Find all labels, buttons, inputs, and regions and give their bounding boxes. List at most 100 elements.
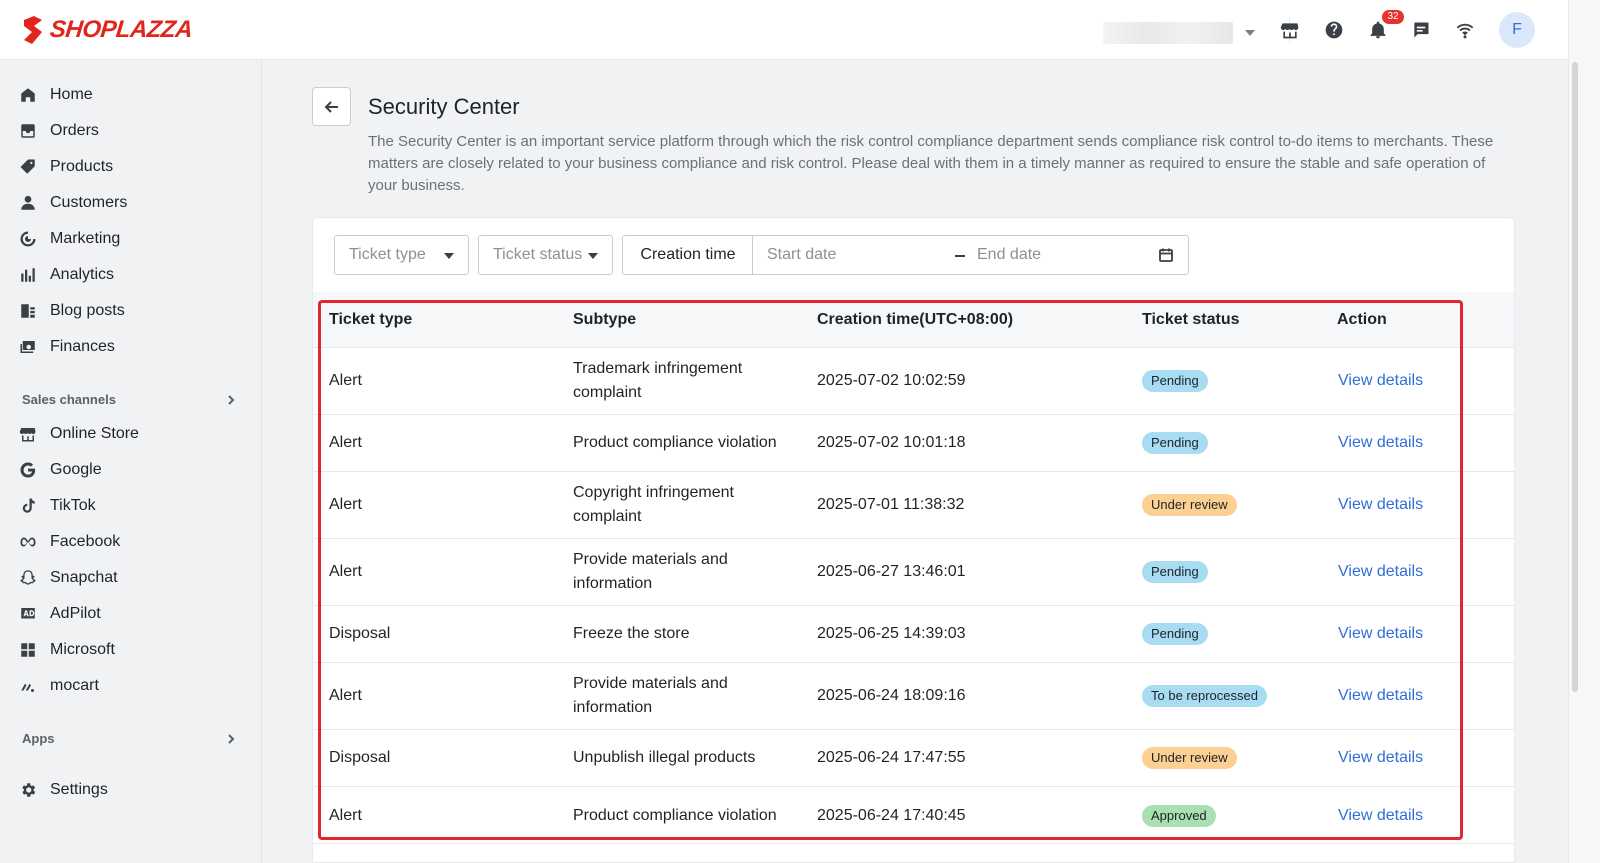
sidebar-item-orders[interactable]: Orders: [18, 117, 99, 145]
sidebar-item-customers[interactable]: Customers: [18, 189, 127, 217]
table-header: Ticket type Subtype Creation time(UTC+08…: [313, 292, 1514, 348]
logo-mark-icon: [24, 16, 42, 44]
snapchat-icon: [18, 568, 38, 588]
cell-creation-time: 2025-06-25 14:39:03: [817, 625, 966, 642]
home-icon: [18, 85, 38, 105]
scrollbar-thumb[interactable]: [1572, 62, 1578, 692]
view-details-link[interactable]: View details: [1338, 746, 1423, 770]
sidebar-item-products[interactable]: Products: [18, 153, 113, 181]
chat-icon[interactable]: [1409, 18, 1433, 42]
tiktok-icon: [18, 496, 38, 516]
sidebar-item-google[interactable]: Google: [18, 456, 102, 484]
cell-creation-time: 2025-06-24 18:09:16: [817, 687, 966, 704]
page-description: The Security Center is an important serv…: [368, 133, 1494, 194]
sidebar-item-microsoft[interactable]: Microsoft: [18, 636, 115, 664]
sidebar-item-online-store[interactable]: Online Store: [18, 420, 139, 448]
table-row: Disposal Freeze the store 2025-06-25 14:…: [313, 606, 1514, 663]
gear-icon: [18, 780, 38, 800]
view-details-link[interactable]: View details: [1338, 560, 1423, 584]
column-header-ticket-type: Ticket type: [329, 311, 413, 328]
sidebar-item-label: Facebook: [50, 533, 121, 550]
view-details-link[interactable]: View details: [1338, 622, 1423, 646]
table-row: Alert Provide materials and information …: [313, 663, 1514, 730]
status-badge: Pending: [1142, 623, 1208, 645]
wifi-icon[interactable]: [1453, 18, 1477, 42]
cell-creation-time: 2025-06-27 13:46:01: [817, 563, 966, 580]
sidebar-item-label: Customers: [50, 194, 128, 211]
cell-ticket-type: Alert: [329, 496, 362, 513]
store-selector[interactable]: [1095, 20, 1275, 46]
cell-ticket-type: Alert: [329, 372, 362, 389]
column-header-ticket-status: Ticket status: [1142, 311, 1240, 328]
cell-subtype: Trademark infringement complaint: [573, 360, 743, 401]
sidebar-item-label: Analytics: [50, 266, 115, 283]
sidebar-item-facebook[interactable]: Facebook: [18, 528, 120, 556]
sidebar-item-tiktok[interactable]: TikTok: [18, 492, 96, 520]
date-range-picker[interactable]: Start date End date: [752, 235, 1189, 275]
ticket-status-placeholder: Ticket status: [493, 246, 583, 263]
cell-subtype: Product compliance violation: [573, 807, 777, 824]
top-bar: SHOPLAZZA 32 F: [0, 0, 1568, 60]
sidebar-item-label: Blog posts: [50, 302, 125, 319]
status-badge: Under review: [1142, 747, 1237, 769]
sidebar-item-analytics[interactable]: Analytics: [18, 261, 114, 289]
sidebar-item-snapchat[interactable]: Snapchat: [18, 564, 118, 592]
ticket-type-filter[interactable]: Ticket type: [334, 235, 469, 275]
column-header-subtype: Subtype: [573, 311, 637, 328]
ticket-type-placeholder: Ticket type: [349, 246, 426, 263]
view-details-link[interactable]: View details: [1338, 431, 1423, 455]
avatar[interactable]: F: [1499, 12, 1535, 48]
sidebar-item-settings[interactable]: Settings: [18, 776, 108, 804]
cell-subtype: Copyright infringement complaint: [573, 484, 734, 525]
status-badge: Pending: [1142, 370, 1208, 392]
sales-channels-label: Sales channels: [22, 392, 116, 407]
table-row: Alert Provide materials and information …: [313, 539, 1514, 606]
ticket-status-filter[interactable]: Ticket status: [478, 235, 613, 275]
sidebar-item-blog-posts[interactable]: Blog posts: [18, 297, 125, 325]
cell-ticket-type: Disposal: [329, 625, 391, 642]
end-date-input[interactable]: End date: [977, 246, 1041, 264]
range-separator: [955, 255, 965, 257]
mocart-icon: [18, 676, 38, 696]
table-row: Alert Product compliance violation 2025-…: [313, 415, 1514, 472]
store-name-redacted: [1103, 22, 1233, 44]
chevron-right-icon[interactable]: [225, 393, 237, 405]
table-row: Alert Copyright infringement complaint 2…: [313, 472, 1514, 539]
marketing-icon: [18, 229, 38, 249]
blog-icon: [18, 301, 38, 321]
caret-down-icon: [444, 253, 454, 259]
sidebar-item-label: Products: [50, 158, 114, 175]
help-icon[interactable]: [1322, 18, 1346, 42]
table-row: Alert Product compliance violation 2025-…: [313, 787, 1514, 844]
person-icon: [18, 193, 38, 213]
sidebar-item-finances[interactable]: Finances: [18, 333, 115, 361]
cell-ticket-type: Alert: [329, 434, 362, 451]
start-date-input[interactable]: Start date: [767, 246, 836, 264]
back-button[interactable]: [312, 87, 351, 126]
bar-chart-icon: [18, 265, 38, 285]
store-icon[interactable]: [1278, 18, 1302, 42]
sidebar-item-adpilot[interactable]: AdPilot: [18, 600, 101, 628]
view-details-link[interactable]: View details: [1338, 369, 1423, 393]
cell-ticket-type: Disposal: [329, 749, 391, 766]
view-details-link[interactable]: View details: [1338, 804, 1423, 828]
sidebar-item-label: Snapchat: [50, 569, 118, 586]
sidebar-item-label: AdPilot: [50, 605, 101, 622]
cell-ticket-type: Alert: [329, 687, 362, 704]
calendar-icon[interactable]: [1158, 247, 1174, 263]
status-badge: To be reprocessed: [1142, 685, 1267, 707]
sidebar-item-label: Home: [50, 86, 93, 103]
view-details-link[interactable]: View details: [1338, 493, 1423, 517]
shoplazza-logo[interactable]: SHOPLAZZA: [20, 14, 194, 46]
sidebar-item-home[interactable]: Home: [18, 81, 93, 109]
sidebar-item-mocart[interactable]: mocart: [18, 672, 99, 700]
sidebar-item-marketing[interactable]: Marketing: [18, 225, 120, 253]
column-header-action: Action: [1337, 311, 1387, 328]
cell-subtype: Product compliance violation: [573, 434, 777, 451]
status-badge: Pending: [1142, 561, 1208, 583]
caret-down-icon: [1245, 30, 1255, 36]
view-details-link[interactable]: View details: [1338, 684, 1423, 708]
microsoft-icon: [18, 640, 38, 660]
chevron-right-icon[interactable]: [225, 732, 237, 744]
table-row: Alert Trademark infringement complaint 2…: [313, 348, 1514, 415]
